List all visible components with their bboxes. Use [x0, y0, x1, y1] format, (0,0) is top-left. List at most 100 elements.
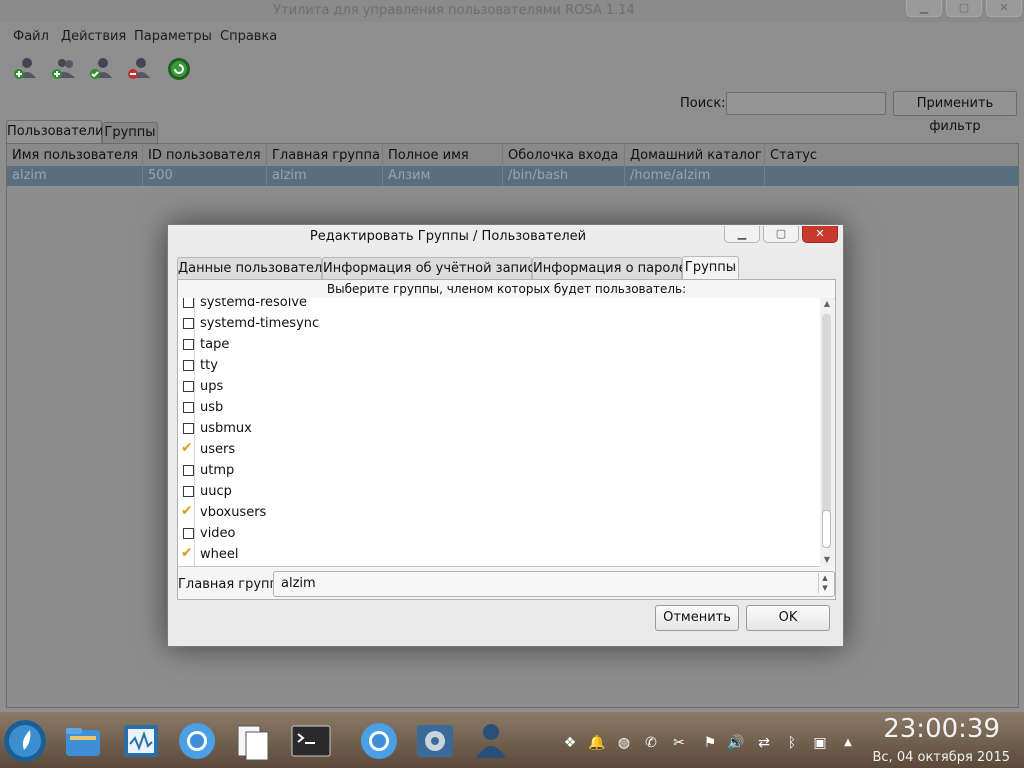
- volume-icon[interactable]: 🔊: [726, 733, 746, 753]
- browser-icon[interactable]: [176, 720, 218, 762]
- checkmark-icon[interactable]: ✔: [181, 440, 193, 456]
- primary-group-select[interactable]: alzim ▲ ▼: [273, 571, 835, 597]
- scissors-icon[interactable]: ✂: [669, 733, 689, 753]
- scroll-up-icon[interactable]: ▲: [820, 298, 834, 310]
- list-item[interactable]: tape: [178, 335, 820, 356]
- checkbox[interactable]: [183, 465, 194, 476]
- checkbox[interactable]: [183, 339, 194, 350]
- apply-filter-button[interactable]: Применить фильтр: [893, 91, 1017, 134]
- search-input[interactable]: [726, 92, 886, 115]
- list-item[interactable]: utmp: [178, 461, 820, 482]
- network-icon[interactable]: ⇄: [754, 733, 774, 753]
- checkbox[interactable]: [183, 486, 194, 497]
- clipboard-icon[interactable]: [232, 720, 274, 762]
- column-header[interactable]: ID пользователя: [143, 144, 267, 166]
- ok-button[interactable]: OK: [746, 605, 830, 631]
- cancel-button[interactable]: Отменить: [655, 605, 739, 631]
- minimize-button[interactable]: ▁: [906, 0, 942, 17]
- menu-settings[interactable]: Параметры: [134, 29, 212, 44]
- groups-scrollbar[interactable]: ▲ ▼: [820, 298, 834, 566]
- close-button[interactable]: ✕: [986, 0, 1022, 17]
- column-header[interactable]: Статус: [765, 144, 1018, 166]
- dialog-titlebar: Редактировать Группы / Пользователей ▁ ▢…: [168, 225, 843, 249]
- group-name: utmp: [200, 463, 235, 478]
- list-item[interactable]: uucp: [178, 482, 820, 503]
- menu-actions[interactable]: Действия: [61, 29, 126, 44]
- system-monitor-icon[interactable]: [120, 720, 162, 762]
- list-item[interactable]: usb: [178, 398, 820, 419]
- list-item[interactable]: systemd-resolve: [178, 298, 820, 314]
- checkbox[interactable]: [183, 402, 194, 413]
- scroll-down-icon[interactable]: ▼: [820, 554, 834, 566]
- table-cell: /home/alzim: [625, 166, 765, 186]
- keyboard-layout-flag-icon[interactable]: ⚑: [698, 733, 722, 753]
- column-header[interactable]: Полное имя: [383, 144, 503, 166]
- list-item[interactable]: tty: [178, 356, 820, 377]
- group-name: ups: [200, 379, 224, 394]
- menu-file[interactable]: Файл: [13, 29, 49, 44]
- add-user-icon[interactable]: [10, 54, 40, 84]
- list-item[interactable]: ✔ vboxusers: [178, 503, 820, 524]
- user-manager-icon[interactable]: [470, 720, 512, 762]
- tab-groups-dialog[interactable]: Группы: [682, 256, 739, 280]
- group-name: systemd-resolve: [200, 298, 308, 310]
- checkbox[interactable]: [183, 528, 194, 539]
- dialog-title: Редактировать Группы / Пользователей: [309, 229, 587, 244]
- tab-password-info[interactable]: Информация о пароле: [532, 257, 687, 280]
- scroll-thumb[interactable]: [822, 510, 831, 548]
- list-item[interactable]: systemd-timesync: [178, 314, 820, 335]
- group-name: tty: [200, 358, 218, 373]
- table-cell: /bin/bash: [503, 166, 625, 186]
- refresh-icon[interactable]: [164, 54, 194, 84]
- tab-user-data[interactable]: Данные пользователя: [177, 257, 330, 280]
- printer-icon[interactable]: ▣: [810, 733, 830, 753]
- list-item[interactable]: ✔ wheel: [178, 545, 820, 566]
- add-group-icon[interactable]: [48, 54, 78, 84]
- start-menu-icon[interactable]: [2, 718, 48, 764]
- checkmark-icon[interactable]: ✔: [181, 503, 193, 519]
- table-header: Имя пользователя ID пользователя Главная…: [7, 144, 1018, 167]
- checkbox[interactable]: [183, 423, 194, 434]
- group-name: video: [200, 526, 236, 541]
- tray-expand-icon[interactable]: ▲: [838, 733, 858, 753]
- terminal-icon[interactable]: [290, 720, 332, 762]
- bluetooth-icon[interactable]: ᛒ: [782, 733, 802, 753]
- viber-icon[interactable]: ✆: [641, 733, 661, 753]
- properties-icon[interactable]: [86, 54, 116, 84]
- table-cell: Алзим: [383, 166, 503, 186]
- checkbox[interactable]: [183, 298, 194, 308]
- settings-icon[interactable]: [414, 720, 456, 762]
- clock-time[interactable]: 23:00:39: [883, 714, 1000, 744]
- checkmark-icon[interactable]: ✔: [181, 545, 193, 561]
- menu-help[interactable]: Справка: [220, 29, 277, 44]
- clock-date[interactable]: Вс, 04 октября 2015: [872, 750, 1010, 765]
- window-title: Утилита для управления пользователями RO…: [273, 3, 635, 18]
- dropbox-icon[interactable]: ❖: [560, 733, 580, 753]
- dialog-minimize-button[interactable]: ▁: [724, 226, 760, 243]
- notification-bell-icon[interactable]: 🔔: [587, 733, 607, 753]
- list-item[interactable]: video: [178, 524, 820, 545]
- checkbox[interactable]: [183, 381, 194, 392]
- group-name: usbmux: [200, 421, 252, 436]
- tab-groups[interactable]: Группы: [102, 122, 158, 143]
- column-header[interactable]: Домашний каталог: [625, 144, 765, 166]
- chromium-icon[interactable]: [358, 720, 400, 762]
- dialog-close-button[interactable]: ✕: [802, 226, 838, 243]
- dialog-maximize-button[interactable]: ▢: [763, 226, 799, 243]
- list-item[interactable]: ups: [178, 377, 820, 398]
- checkbox[interactable]: [183, 318, 194, 329]
- delete-icon[interactable]: [124, 54, 154, 84]
- list-item[interactable]: usbmux: [178, 419, 820, 440]
- list-item[interactable]: ✔ users: [178, 440, 820, 461]
- column-header[interactable]: Оболочка входа: [503, 144, 625, 166]
- network-globe-icon[interactable]: ◍: [614, 733, 634, 753]
- column-header[interactable]: Главная группа: [267, 144, 383, 166]
- maximize-button[interactable]: ▢: [946, 0, 982, 17]
- column-header[interactable]: Имя пользователя: [7, 144, 143, 166]
- tab-account-info[interactable]: Информация об учётной записи: [322, 257, 543, 280]
- checkbox[interactable]: [183, 360, 194, 371]
- table-row[interactable]: alzim 500 alzim Алзим /bin/bash /home/al…: [7, 166, 1018, 186]
- spin-arrows-icon[interactable]: ▲ ▼: [818, 573, 831, 593]
- tab-users[interactable]: Пользователи: [6, 120, 104, 143]
- file-manager-icon[interactable]: [62, 720, 104, 762]
